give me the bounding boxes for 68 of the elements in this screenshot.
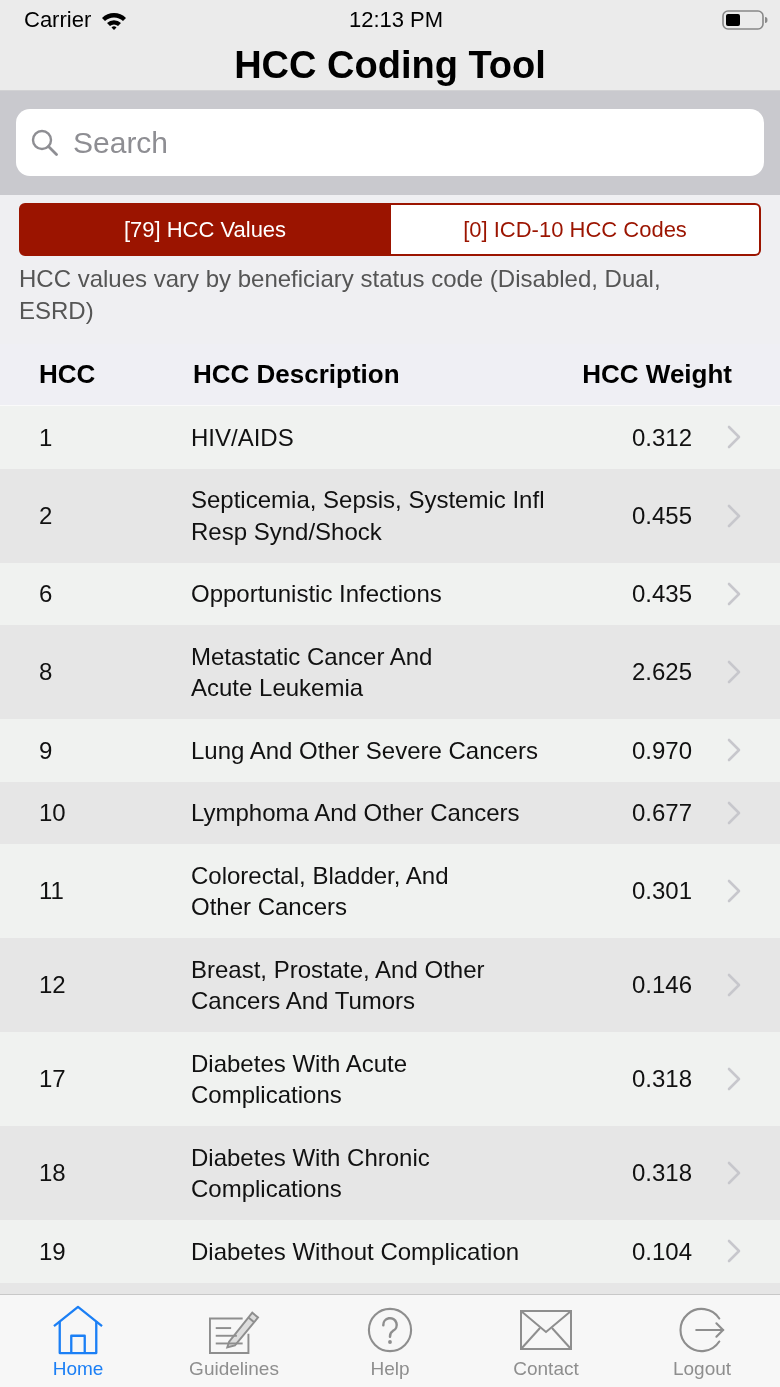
chevron-icon (727, 738, 741, 763)
table-cell-text: 12 (39, 970, 67, 1001)
column-header: HCC Description (193, 359, 401, 390)
table-row[interactable]: 9 Lung And Other Severe Cancers 0.970 (0, 719, 780, 782)
table-cell-text: 0.104 (630, 1236, 692, 1267)
table-cell-text: 8 (39, 657, 54, 688)
segment-button[interactable]: [0] ICD-10 HCC Codes (391, 203, 761, 256)
chevron-icon (727, 1161, 741, 1185)
table-cell-text: 0.677 (630, 798, 692, 828)
table-cell-text: Diabetes With Acute Complications (191, 1048, 409, 1110)
chevron-icon (727, 425, 741, 450)
table-cell-text: 0.318 (630, 1064, 692, 1095)
chevron-icon (727, 581, 741, 606)
chevron-icon (727, 800, 741, 825)
status-time: 12:13 PM (348, 7, 444, 33)
table-cell-text: 18 (39, 1158, 67, 1189)
table-cell-text: 0.435 (630, 579, 692, 609)
battery-icon (722, 10, 768, 30)
help-icon (367, 1307, 413, 1353)
table-cell-text: 9 (39, 735, 54, 766)
column-header: HCC Weight (582, 359, 732, 390)
table-row[interactable]: 1 HIV/AIDS 0.312 (0, 406, 780, 469)
home-icon (52, 1305, 104, 1355)
table-cell-text: 0.455 (630, 500, 692, 531)
table-cell-text: Diabetes Without Complication (191, 1236, 521, 1267)
table-cell-text: Septicemia, Sepsis, Systemic Infl Resp Synd/Shock (191, 485, 546, 547)
table-cell-text: 0.970 (630, 735, 692, 766)
table-cell-text: 0.146 (630, 970, 692, 1001)
table-cell-text: Colorectal, Bladder, And Other Cancers (191, 860, 450, 922)
table-cell-text: 0.318 (630, 1158, 692, 1189)
envelope-icon (520, 1310, 572, 1350)
column-header: HCC (39, 359, 97, 390)
table-cell-text: Opportunistic Infections (191, 579, 443, 609)
table-cell-text: Lymphoma And Other Cancers (191, 798, 521, 828)
table-cell-text: Lung And Other Severe Cancers (191, 735, 539, 766)
table-cell-text: 11 (39, 876, 65, 907)
carrier-name: Carrier (24, 7, 92, 33)
table-cell-text: 10 (39, 798, 67, 828)
segment-button[interactable]: [79] HCC Values (19, 203, 391, 256)
table-row[interactable]: 6 Opportunistic Infections 0.435 (0, 562, 780, 625)
table-cell-text: 0.312 (630, 422, 692, 453)
chevron-icon (727, 973, 741, 997)
table-cell-text: Breast, Prostate, And Other Cancers And Tumors (191, 954, 486, 1016)
logout-icon (679, 1307, 725, 1353)
table-row[interactable]: 19 Diabetes Without Complication 0.104 (0, 1220, 780, 1283)
table-cell-text: Metastatic Cancer And Acute Leukemia (191, 641, 434, 703)
search-icon (31, 129, 58, 156)
tab-bar-item[interactable]: Home (0, 1295, 156, 1387)
table-row[interactable]: 11 Colorectal, Bladder, And Other Cancers 0.301 (0, 844, 780, 938)
table-cell-text: 2 (39, 500, 54, 531)
chevron-icon (727, 879, 741, 903)
table-cell-text: Diabetes With Chronic Complications (191, 1142, 431, 1204)
screen-title: HCC Coding Tool (234, 43, 546, 88)
table-row[interactable]: 17 Diabetes With Acute Complications 0.318 (0, 1032, 780, 1126)
wifi-icon (101, 10, 128, 30)
table-cell-text: HIV/AIDS (191, 422, 295, 453)
chevron-icon (727, 660, 741, 684)
table-cell-text: 0.301 (630, 876, 692, 907)
table-cell-text: 1 (39, 422, 54, 453)
chevron-icon (727, 503, 741, 528)
table-cell-text: 17 (39, 1064, 67, 1095)
table-cell-text: 2.625 (630, 657, 692, 688)
chevron-icon (727, 1067, 741, 1091)
search-field[interactable]: Search (16, 109, 764, 176)
table-cell-text: 6 (39, 579, 54, 609)
note-text: HCC values vary by beneficiary status code (Disabled, Dual, ESRD) (19, 264, 662, 326)
table-cell-text: 19 (39, 1236, 67, 1267)
chevron-icon (727, 1239, 741, 1264)
